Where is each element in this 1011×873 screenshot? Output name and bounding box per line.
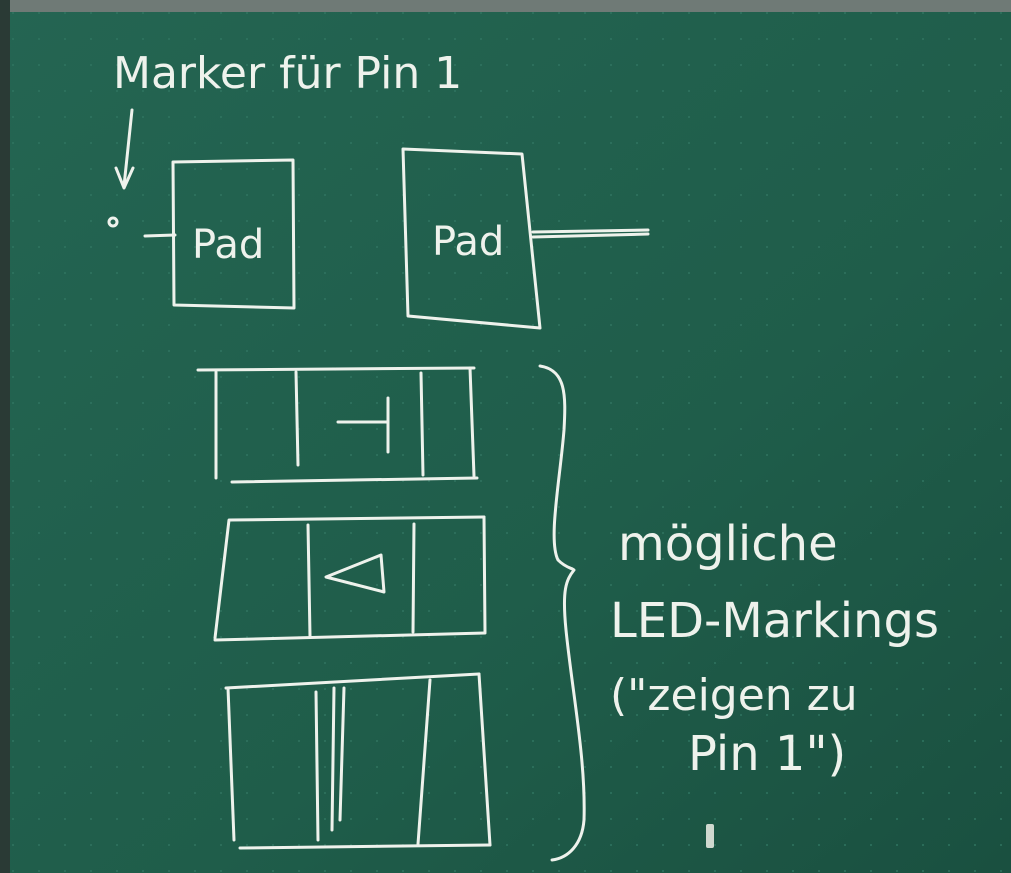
note-line-1: mögliche [618, 516, 838, 572]
pad-right-label: Pad [432, 219, 504, 265]
board-frame-top [0, 0, 1011, 12]
note-line-2: LED-Markings [610, 593, 939, 649]
chalkboard: Marker für Pin 1 Pad Pad mögliche LED-Ma… [0, 0, 1011, 873]
pad-left-lead [143, 233, 177, 238]
board-dot-grid [0, 0, 1011, 873]
pad-left-label: Pad [192, 222, 264, 268]
board-frame-left [0, 0, 10, 873]
note-line-3: ("zeigen zu [610, 670, 858, 721]
marker-title: Marker für Pin 1 [113, 48, 462, 99]
note-line-4: Pin 1") [688, 726, 846, 782]
chalk-smudge [706, 824, 714, 848]
